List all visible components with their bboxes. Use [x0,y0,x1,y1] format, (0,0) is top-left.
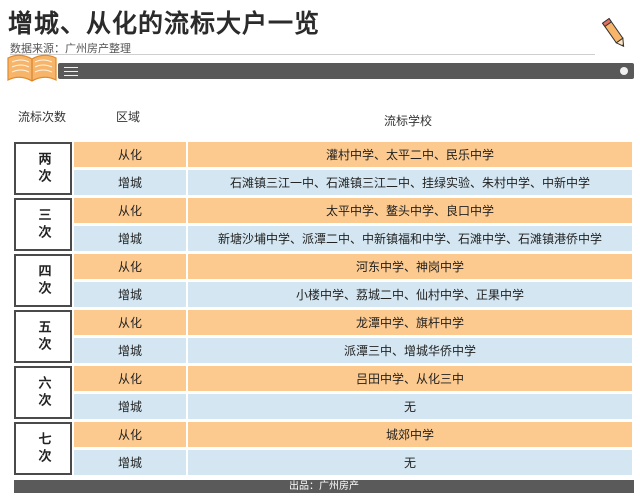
count-label: 两次 [14,142,72,195]
count-label: 四次 [14,254,72,307]
source-divider [10,54,595,55]
table-row: 增城 小楼中学、荔城二中、仙村中学、正果中学 [74,282,632,307]
table-row: 从化 城郊中学 [74,422,632,447]
district-cell: 增城 [74,226,186,251]
header-district: 区域 [116,110,141,124]
group-4: 四次 从化 河东中学、神岗中学 增城 小楼中学、荔城二中、仙村中学、正果中学 [14,254,632,307]
table-row: 从化 太平中学、鳌头中学、良口中学 [74,198,632,223]
header-count: 流标次数 [18,110,67,124]
district-cell: 从化 [74,142,186,167]
group-2: 两次 从化 灌村中学、太平二中、民乐中学 增城 石滩镇三江一中、石滩镇三江二中、… [14,142,632,195]
schools-cell: 吕田中学、从化三中 [188,366,632,391]
district-cell: 从化 [74,254,186,279]
schools-cell: 石滩镇三江一中、石滩镇三江二中、挂绿实验、朱村中学、中新中学 [188,170,632,195]
table-row: 增城 无 [74,450,632,475]
schools-cell: 无 [188,450,632,475]
dot-icon[interactable] [620,67,628,75]
footer-credit: 出品：广州房产 [14,480,634,493]
schools-cell: 太平中学、鳌头中学、良口中学 [188,198,632,223]
count-label: 三次 [14,198,72,251]
table-row: 增城 新塘沙埔中学、派潭二中、中新镇福和中学、石滩中学、石滩镇港侨中学 [74,226,632,251]
schools-cell: 龙潭中学、旗杆中学 [188,310,632,335]
district-cell: 从化 [74,310,186,335]
open-book-icon [7,54,57,82]
group-3: 三次 从化 太平中学、鳌头中学、良口中学 增城 新塘沙埔中学、派潭二中、中新镇福… [14,198,632,251]
count-label: 七次 [14,422,72,475]
district-cell: 增城 [74,282,186,307]
group-6: 六次 从化 吕田中学、从化三中 增城 无 [14,366,632,419]
schools-cell: 小楼中学、荔城二中、仙村中学、正果中学 [188,282,632,307]
table-row: 从化 河东中学、神岗中学 [74,254,632,279]
schools-cell: 城郊中学 [188,422,632,447]
count-label: 五次 [14,310,72,363]
pencil-icon [601,17,625,48]
district-cell: 增城 [74,338,186,363]
district-cell: 从化 [74,366,186,391]
menu-icon[interactable] [64,67,78,76]
table-row: 增城 无 [74,394,632,419]
schools-cell: 河东中学、神岗中学 [188,254,632,279]
toolbar-bar [58,63,634,79]
schools-cell: 派潭三中、增城华侨中学 [188,338,632,363]
table-row: 从化 吕田中学、从化三中 [74,366,632,391]
district-cell: 增城 [74,394,186,419]
schools-cell: 无 [188,394,632,419]
schools-cell: 新塘沙埔中学、派潭二中、中新镇福和中学、石滩中学、石滩镇港侨中学 [188,226,632,251]
count-label: 六次 [14,366,72,419]
district-cell: 从化 [74,198,186,223]
schools-cell: 灌村中学、太平二中、民乐中学 [188,142,632,167]
table-row: 从化 龙潭中学、旗杆中学 [74,310,632,335]
district-cell: 增城 [74,450,186,475]
page-title: 增城、从化的流标大户一览 [8,9,321,38]
group-5: 五次 从化 龙潭中学、旗杆中学 增城 派潭三中、增城华侨中学 [14,310,632,363]
header-schools: 流标学校 [384,114,433,128]
table-row: 增城 派潭三中、增城华侨中学 [74,338,632,363]
table-row: 从化 灌村中学、太平二中、民乐中学 [74,142,632,167]
district-cell: 增城 [74,170,186,195]
table-row: 增城 石滩镇三江一中、石滩镇三江二中、挂绿实验、朱村中学、中新中学 [74,170,632,195]
district-cell: 从化 [74,422,186,447]
group-7: 七次 从化 城郊中学 增城 无 [14,422,632,475]
